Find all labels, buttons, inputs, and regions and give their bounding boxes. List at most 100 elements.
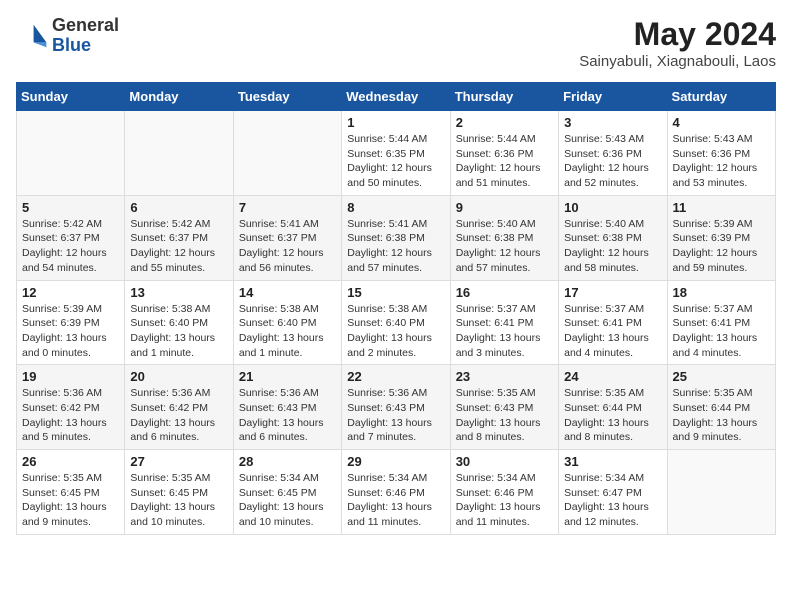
weekday-header: Wednesday	[342, 83, 450, 111]
calendar-week-row: 5 Sunrise: 5:42 AM Sunset: 6:37 PM Daylig…	[17, 195, 776, 280]
calendar-week-row: 19 Sunrise: 5:36 AM Sunset: 6:42 PM Dayli…	[17, 365, 776, 450]
day-info: Sunrise: 5:39 AM Sunset: 6:39 PM Dayligh…	[673, 217, 770, 276]
calendar-cell: 15 Sunrise: 5:38 AM Sunset: 6:40 PM Dayli…	[342, 280, 450, 365]
day-number: 10	[564, 200, 661, 215]
calendar-cell	[233, 111, 341, 196]
day-number: 8	[347, 200, 444, 215]
calendar-cell	[125, 111, 233, 196]
logo-blue: Blue	[52, 36, 119, 56]
day-info: Sunrise: 5:34 AM Sunset: 6:46 PM Dayligh…	[456, 471, 553, 530]
month-year: May 2024	[579, 16, 776, 53]
calendar-cell: 7 Sunrise: 5:41 AM Sunset: 6:37 PM Daylig…	[233, 195, 341, 280]
calendar-cell: 21 Sunrise: 5:36 AM Sunset: 6:43 PM Dayli…	[233, 365, 341, 450]
location: Sainyabuli, Xiagnabouli, Laos	[579, 53, 776, 70]
weekday-header: Monday	[125, 83, 233, 111]
calendar-week-row: 1Sunrise: 5:44 AM Sunset: 6:35 PM Daylig…	[17, 111, 776, 196]
calendar-cell	[17, 111, 125, 196]
day-info: Sunrise: 5:36 AM Sunset: 6:43 PM Dayligh…	[239, 386, 336, 445]
weekday-header-row: SundayMondayTuesdayWednesdayThursdayFrid…	[17, 83, 776, 111]
day-info: Sunrise: 5:37 AM Sunset: 6:41 PM Dayligh…	[673, 302, 770, 361]
calendar-cell: 30 Sunrise: 5:34 AM Sunset: 6:46 PM Dayli…	[450, 450, 558, 535]
calendar-cell: 6 Sunrise: 5:42 AM Sunset: 6:37 PM Daylig…	[125, 195, 233, 280]
weekday-header: Sunday	[17, 83, 125, 111]
day-number: 29	[347, 454, 444, 469]
day-info: Sunrise: 5:43 AM Sunset: 6:36 PM Dayligh…	[564, 132, 661, 191]
calendar-cell: 12Sunrise: 5:39 AM Sunset: 6:39 PM Dayli…	[17, 280, 125, 365]
logo-general: General	[52, 16, 119, 36]
calendar-cell: 20 Sunrise: 5:36 AM Sunset: 6:42 PM Dayli…	[125, 365, 233, 450]
day-info: Sunrise: 5:42 AM Sunset: 6:37 PM Dayligh…	[22, 217, 119, 276]
day-info: Sunrise: 5:36 AM Sunset: 6:42 PM Dayligh…	[22, 386, 119, 445]
calendar-cell: 8Sunrise: 5:41 AM Sunset: 6:38 PM Daylig…	[342, 195, 450, 280]
calendar-cell: 28 Sunrise: 5:34 AM Sunset: 6:45 PM Dayli…	[233, 450, 341, 535]
day-info: Sunrise: 5:35 AM Sunset: 6:43 PM Dayligh…	[456, 386, 553, 445]
day-number: 31	[564, 454, 661, 469]
day-number: 26	[22, 454, 119, 469]
day-number: 19	[22, 369, 119, 384]
calendar-cell: 31 Sunrise: 5:34 AM Sunset: 6:47 PM Dayli…	[559, 450, 667, 535]
logo-text: General Blue	[52, 16, 119, 56]
page-header: General Blue May 2024 Sainyabuli, Xiagna…	[16, 16, 776, 70]
day-number: 30	[456, 454, 553, 469]
calendar-table: SundayMondayTuesdayWednesdayThursdayFrid…	[16, 82, 776, 535]
day-number: 13	[130, 285, 227, 300]
logo: General Blue	[16, 16, 119, 56]
calendar-cell: 11 Sunrise: 5:39 AM Sunset: 6:39 PM Dayli…	[667, 195, 775, 280]
day-number: 27	[130, 454, 227, 469]
day-info: Sunrise: 5:42 AM Sunset: 6:37 PM Dayligh…	[130, 217, 227, 276]
day-info: Sunrise: 5:35 AM Sunset: 6:44 PM Dayligh…	[673, 386, 770, 445]
calendar-cell: 17Sunrise: 5:37 AM Sunset: 6:41 PM Dayli…	[559, 280, 667, 365]
calendar-cell: 3 Sunrise: 5:43 AM Sunset: 6:36 PM Daylig…	[559, 111, 667, 196]
day-number: 1	[347, 115, 444, 130]
day-info: Sunrise: 5:34 AM Sunset: 6:47 PM Dayligh…	[564, 471, 661, 530]
day-info: Sunrise: 5:38 AM Sunset: 6:40 PM Dayligh…	[239, 302, 336, 361]
calendar-cell: 27 Sunrise: 5:35 AM Sunset: 6:45 PM Dayli…	[125, 450, 233, 535]
calendar-cell: 13Sunrise: 5:38 AM Sunset: 6:40 PM Dayli…	[125, 280, 233, 365]
day-number: 15	[347, 285, 444, 300]
calendar-cell: 10Sunrise: 5:40 AM Sunset: 6:38 PM Dayli…	[559, 195, 667, 280]
calendar-cell: 26Sunrise: 5:35 AM Sunset: 6:45 PM Dayli…	[17, 450, 125, 535]
calendar-cell: 5 Sunrise: 5:42 AM Sunset: 6:37 PM Daylig…	[17, 195, 125, 280]
calendar-cell: 1Sunrise: 5:44 AM Sunset: 6:35 PM Daylig…	[342, 111, 450, 196]
day-number: 20	[130, 369, 227, 384]
day-info: Sunrise: 5:36 AM Sunset: 6:43 PM Dayligh…	[347, 386, 444, 445]
day-number: 5	[22, 200, 119, 215]
day-info: Sunrise: 5:35 AM Sunset: 6:44 PM Dayligh…	[564, 386, 661, 445]
day-info: Sunrise: 5:36 AM Sunset: 6:42 PM Dayligh…	[130, 386, 227, 445]
day-info: Sunrise: 5:37 AM Sunset: 6:41 PM Dayligh…	[456, 302, 553, 361]
day-info: Sunrise: 5:39 AM Sunset: 6:39 PM Dayligh…	[22, 302, 119, 361]
day-number: 7	[239, 200, 336, 215]
day-number: 14	[239, 285, 336, 300]
day-number: 2	[456, 115, 553, 130]
calendar-cell: 23 Sunrise: 5:35 AM Sunset: 6:43 PM Dayli…	[450, 365, 558, 450]
day-info: Sunrise: 5:43 AM Sunset: 6:36 PM Dayligh…	[673, 132, 770, 191]
calendar-cell: 16 Sunrise: 5:37 AM Sunset: 6:41 PM Dayli…	[450, 280, 558, 365]
weekday-header: Saturday	[667, 83, 775, 111]
weekday-header: Tuesday	[233, 83, 341, 111]
day-number: 16	[456, 285, 553, 300]
calendar-cell: 9Sunrise: 5:40 AM Sunset: 6:38 PM Daylig…	[450, 195, 558, 280]
calendar-cell: 24Sunrise: 5:35 AM Sunset: 6:44 PM Dayli…	[559, 365, 667, 450]
day-info: Sunrise: 5:34 AM Sunset: 6:46 PM Dayligh…	[347, 471, 444, 530]
day-number: 21	[239, 369, 336, 384]
day-number: 11	[673, 200, 770, 215]
day-number: 18	[673, 285, 770, 300]
day-info: Sunrise: 5:41 AM Sunset: 6:37 PM Dayligh…	[239, 217, 336, 276]
calendar-cell: 19 Sunrise: 5:36 AM Sunset: 6:42 PM Dayli…	[17, 365, 125, 450]
day-info: Sunrise: 5:35 AM Sunset: 6:45 PM Dayligh…	[130, 471, 227, 530]
day-info: Sunrise: 5:34 AM Sunset: 6:45 PM Dayligh…	[239, 471, 336, 530]
day-info: Sunrise: 5:44 AM Sunset: 6:36 PM Dayligh…	[456, 132, 553, 191]
day-number: 22	[347, 369, 444, 384]
day-number: 28	[239, 454, 336, 469]
calendar-cell: 22 Sunrise: 5:36 AM Sunset: 6:43 PM Dayli…	[342, 365, 450, 450]
calendar-cell: 25Sunrise: 5:35 AM Sunset: 6:44 PM Dayli…	[667, 365, 775, 450]
day-info: Sunrise: 5:38 AM Sunset: 6:40 PM Dayligh…	[347, 302, 444, 361]
day-number: 23	[456, 369, 553, 384]
calendar-week-row: 12Sunrise: 5:39 AM Sunset: 6:39 PM Dayli…	[17, 280, 776, 365]
day-number: 4	[673, 115, 770, 130]
day-number: 17	[564, 285, 661, 300]
day-number: 9	[456, 200, 553, 215]
day-number: 3	[564, 115, 661, 130]
logo-icon	[16, 20, 48, 52]
day-number: 6	[130, 200, 227, 215]
